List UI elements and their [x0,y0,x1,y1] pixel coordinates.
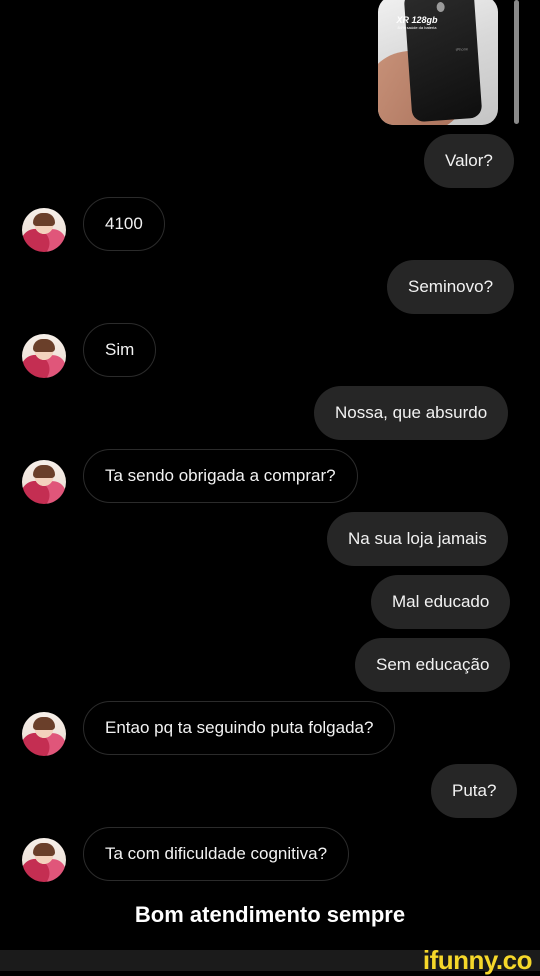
message-text: Ta com dificuldade cognitiva? [105,844,328,863]
sent-message[interactable]: Na sua loja jamais [327,512,508,566]
message-text: Seminovo? [408,277,494,296]
apple-logo-icon [436,1,445,13]
contact-avatar[interactable] [22,208,66,252]
sent-message[interactable]: Puta? [431,764,518,818]
chat-thread: iPhone XR 128gb 84% saúde da bateria Val… [0,0,540,950]
message-text: Ta sendo obrigada a comprar? [105,466,336,485]
message-text: Entao pq ta seguindo puta folgada? [105,718,374,737]
image-caption-subtitle: 84% saúde da bateria [397,24,437,30]
meme-caption: Bom atendimento sempre [134,902,406,927]
received-message[interactable]: Ta sendo obrigada a comprar? [83,449,358,503]
message-text: Nossa, que absurdo [335,403,488,422]
received-message[interactable]: Entao pq ta seguindo puta folgada? [83,701,396,755]
contact-avatar[interactable] [22,460,66,504]
sent-message[interactable]: Sem educação [355,638,511,692]
sent-message[interactable]: Nossa, que absurdo [314,386,509,440]
watermark-bar: ifunny.co [0,945,540,975]
received-message[interactable]: 4100 [83,197,165,251]
phone-brand-text: iPhone [455,46,469,53]
message-text: Puta? [452,781,497,800]
image-caption: XR 128gb 84% saúde da bateria [382,15,452,30]
contact-avatar[interactable] [22,838,66,882]
message-text: Sem educação [376,655,490,674]
shared-image[interactable]: iPhone XR 128gb 84% saúde da bateria [378,0,498,125]
message-text: Sim [105,340,135,359]
sent-message[interactable]: Valor? [424,134,514,188]
scrollbar[interactable] [514,0,519,124]
sent-message[interactable]: Mal educado [371,575,511,629]
message-text: 4100 [105,214,143,233]
received-message[interactable]: Ta com dificuldade cognitiva? [83,827,350,881]
ifunny-watermark: ifunny.co [422,945,533,975]
message-text: Valor? [445,151,493,170]
message-text: Mal educado [392,592,490,611]
contact-avatar[interactable] [22,334,66,378]
contact-avatar[interactable] [22,712,66,756]
message-text: Na sua loja jamais [348,529,487,548]
sent-message[interactable]: Seminovo? [387,260,515,314]
received-message[interactable]: Sim [83,323,157,377]
